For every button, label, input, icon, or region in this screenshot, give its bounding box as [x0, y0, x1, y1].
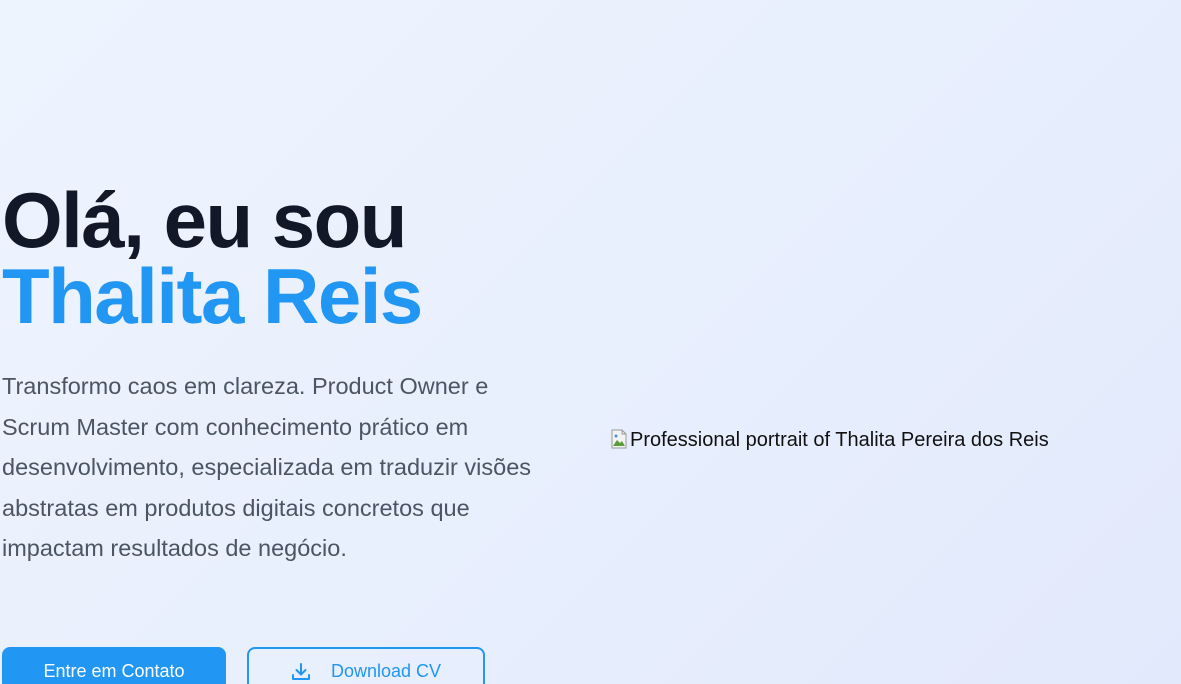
download-cv-label: Download CV	[330, 661, 442, 681]
hero-description: Transformo caos em clareza. Product Owne…	[2, 373, 532, 562]
broken-image-icon	[610, 428, 630, 452]
hero-greeting: Olá, eu sou	[2, 176, 407, 264]
hero-section: Olá, eu sou Thalita Reis Transformo caos…	[2, 176, 562, 684]
contact-button[interactable]: Entre em Contato	[2, 647, 226, 684]
hero-name: Thalita Reis	[2, 252, 423, 340]
contact-button-label: Entre em Contato	[43, 661, 185, 681]
portrait-image: Professional portrait of Thalita Pereira…	[610, 428, 1049, 452]
download-cv-button[interactable]: Download CV	[247, 647, 485, 684]
hero-title: Olá, eu sou Thalita Reis	[2, 176, 562, 340]
portrait-alt-text: Professional portrait of Thalita Pereira…	[630, 428, 1049, 451]
download-icon	[291, 662, 311, 682]
